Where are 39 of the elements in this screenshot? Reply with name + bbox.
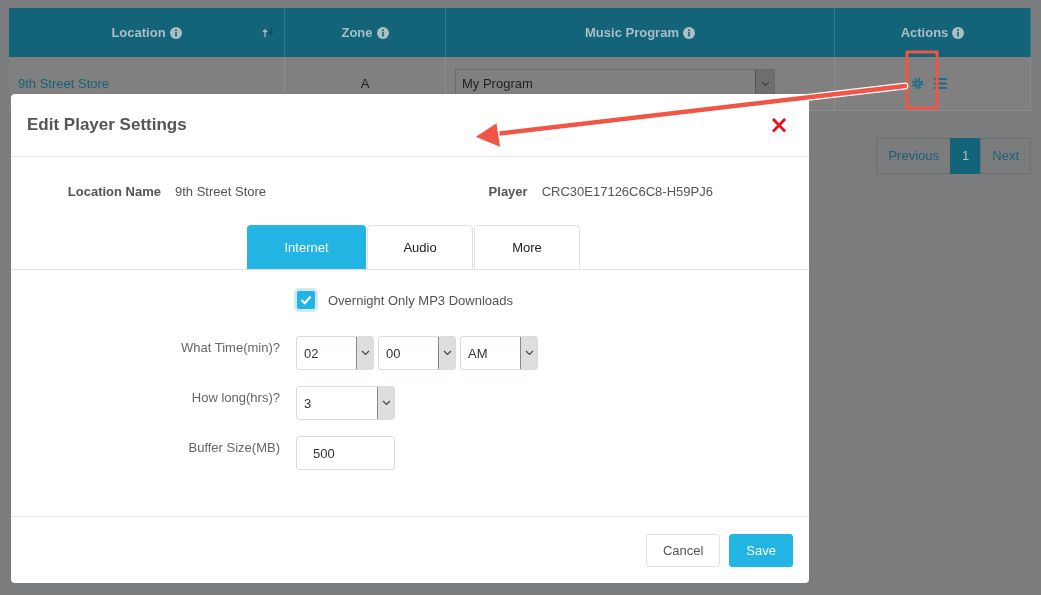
info-icon <box>376 26 389 39</box>
select-field[interactable]: 00 <box>378 336 456 370</box>
chevron-down-icon <box>524 350 534 356</box>
checkbox-label: Overnight Only MP3 Downloads <box>328 292 513 308</box>
checkbox[interactable] <box>296 290 316 310</box>
table-cell: A <box>360 76 370 91</box>
tab[interactable]: More <box>474 225 580 269</box>
settings-icon <box>911 77 924 90</box>
field-label: How long(hrs)? <box>191 390 280 405</box>
check-icon <box>300 295 312 305</box>
info-icon <box>682 26 695 39</box>
page-button[interactable]: 1 <box>950 138 982 174</box>
highlight-frame <box>905 50 939 110</box>
info-label: Location Name <box>66 184 161 201</box>
cancel-button[interactable]: Cancel <box>645 533 721 567</box>
select-field[interactable]: 02 <box>296 336 374 370</box>
info-icon <box>952 26 965 39</box>
column-title: Location <box>111 25 166 40</box>
close-button[interactable]: × <box>764 113 793 137</box>
chevron-down-icon <box>381 400 391 406</box>
column-title: Zone <box>341 25 373 40</box>
dialog-title: Edit Player Settings <box>27 115 187 135</box>
info-value: 9th Street Store <box>175 184 267 201</box>
info-icon <box>169 26 182 39</box>
field-label: What Time(min)? <box>181 340 280 355</box>
column-title: Music Program <box>585 25 679 40</box>
info-label: Player <box>487 184 528 201</box>
column-title: Actions <box>900 25 949 40</box>
chevron-down-icon <box>442 350 452 356</box>
chevron-down-icon <box>360 350 370 356</box>
menu-icon <box>934 78 947 89</box>
info-value: CRC30E17126C6C8-H59PJ6 <box>541 184 713 201</box>
select-field[interactable]: 3 <box>296 386 395 420</box>
select-field[interactable]: AM <box>460 336 538 370</box>
input-field[interactable]: 500 <box>296 436 395 470</box>
chevron-down-icon <box>760 80 770 87</box>
tab[interactable]: Audio <box>367 225 473 269</box>
field-label: Buffer Size(MB) <box>188 440 280 455</box>
sort-icon <box>262 26 274 38</box>
